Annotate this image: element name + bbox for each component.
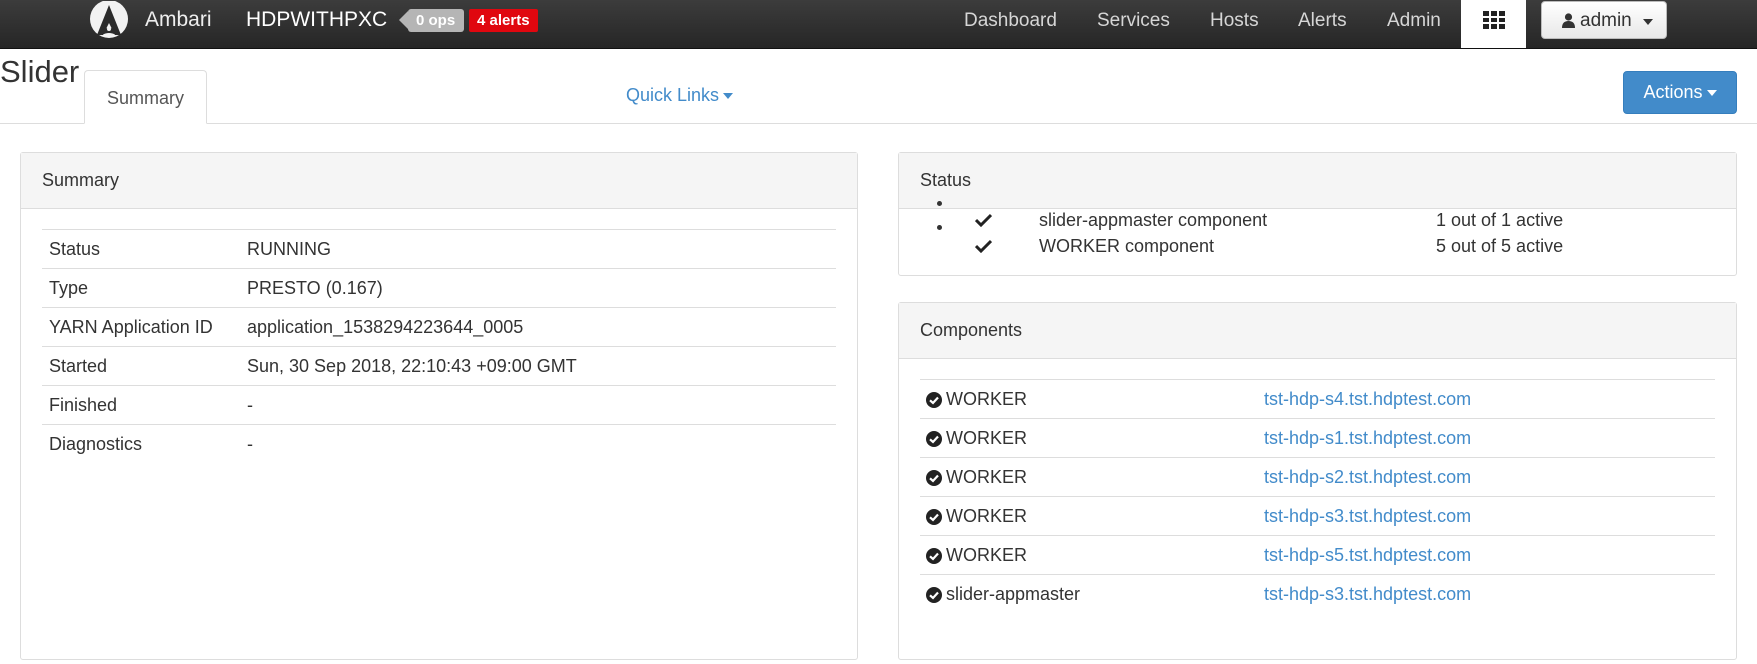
component-name: slider-appmaster bbox=[946, 583, 1081, 604]
quick-links-label: Quick Links bbox=[626, 85, 720, 105]
status-component-count: 5 out of 5 active bbox=[1436, 236, 1564, 256]
circle-check-icon bbox=[926, 469, 942, 486]
brand-name[interactable]: Ambari bbox=[145, 8, 212, 32]
summary-value: - bbox=[240, 385, 836, 425]
check-icon bbox=[975, 239, 992, 253]
component-name: WORKER bbox=[946, 388, 1027, 409]
table-row: Status RUNNING bbox=[42, 229, 836, 269]
summary-value: PRESTO (0.167) bbox=[240, 268, 836, 308]
chevron-down-icon bbox=[1706, 90, 1717, 97]
apps-menu-tab[interactable] bbox=[1461, 0, 1526, 48]
summary-table: Status RUNNING Type PRESTO (0.167) YARN … bbox=[42, 229, 836, 463]
nav-hosts[interactable]: Hosts bbox=[1210, 10, 1259, 32]
tab-summary[interactable]: Summary bbox=[84, 70, 207, 124]
summary-value: - bbox=[240, 424, 836, 463]
nav-alerts[interactable]: Alerts bbox=[1298, 10, 1347, 32]
circle-check-icon bbox=[926, 586, 942, 603]
quick-links-dropdown[interactable]: Quick Links bbox=[626, 85, 734, 106]
check-icon bbox=[975, 213, 992, 227]
component-name: WORKER bbox=[946, 466, 1027, 487]
component-name: WORKER bbox=[946, 505, 1027, 526]
bullet-icon bbox=[937, 225, 942, 230]
cluster-name[interactable]: HDPWITHPXC bbox=[246, 8, 387, 32]
component-host-link[interactable]: tst-hdp-s3.tst.hdptest.com bbox=[1264, 496, 1715, 536]
table-row: YARN Application ID application_15382942… bbox=[42, 307, 836, 347]
table-row: Diagnostics - bbox=[42, 424, 836, 463]
status-component-count: 1 out of 1 active bbox=[1436, 210, 1564, 230]
components-table: WORKER tst-hdp-s4.tst.hdptest.com WORKER… bbox=[920, 379, 1715, 613]
components-panel-heading: Components bbox=[899, 303, 1736, 359]
table-row: WORKER tst-hdp-s1.tst.hdptest.com bbox=[920, 418, 1715, 458]
summary-panel: Summary Status RUNNING Type PRESTO (0.16… bbox=[20, 152, 858, 660]
table-row: WORKER tst-hdp-s5.tst.hdptest.com bbox=[920, 535, 1715, 575]
actions-button[interactable]: Actions bbox=[1623, 71, 1737, 114]
bullet-icon bbox=[937, 201, 942, 206]
summary-key: Finished bbox=[42, 385, 240, 425]
circle-check-icon bbox=[926, 508, 942, 525]
chevron-down-icon bbox=[1643, 19, 1653, 25]
status-panel: Status slider-appmaster component 1 out … bbox=[898, 152, 1737, 276]
alerts-badge[interactable]: 4 alerts bbox=[469, 9, 538, 32]
component-name: WORKER bbox=[946, 544, 1027, 565]
summary-key: Type bbox=[42, 268, 240, 308]
table-row: WORKER tst-hdp-s4.tst.hdptest.com bbox=[920, 379, 1715, 419]
table-row: WORKER tst-hdp-s3.tst.hdptest.com bbox=[920, 496, 1715, 536]
summary-value: RUNNING bbox=[240, 229, 836, 269]
summary-key: Diagnostics bbox=[42, 424, 240, 463]
summary-value: application_1538294223644_0005 bbox=[240, 307, 836, 347]
summary-key: Started bbox=[42, 346, 240, 386]
user-menu-button[interactable]: admin bbox=[1541, 1, 1667, 39]
nav-dashboard[interactable]: Dashboard bbox=[964, 10, 1057, 32]
circle-check-icon bbox=[926, 547, 942, 564]
nav-services[interactable]: Services bbox=[1097, 10, 1170, 32]
component-host-link[interactable]: tst-hdp-s3.tst.hdptest.com bbox=[1264, 574, 1715, 613]
circle-check-icon bbox=[926, 391, 942, 408]
status-component-name: WORKER component bbox=[1039, 236, 1215, 256]
ambari-logo-icon[interactable] bbox=[88, 1, 130, 41]
nav-admin[interactable]: Admin bbox=[1387, 10, 1441, 32]
table-row: slider-appmaster tst-hdp-s3.tst.hdptest.… bbox=[920, 574, 1715, 613]
components-panel: Components WORKER tst-hdp-s4.tst.hdptest… bbox=[898, 302, 1737, 660]
page-title: Slider bbox=[0, 54, 80, 89]
summary-key: Status bbox=[42, 229, 240, 269]
circle-check-icon bbox=[926, 430, 942, 447]
table-row: Started Sun, 30 Sep 2018, 22:10:43 +09:0… bbox=[42, 346, 836, 386]
top-navbar: Ambari HDPWITHPXC 0 ops 4 alerts Dashboa… bbox=[0, 0, 1757, 49]
grid-apps-icon bbox=[1483, 11, 1505, 29]
component-host-link[interactable]: tst-hdp-s1.tst.hdptest.com bbox=[1264, 418, 1715, 458]
user-icon bbox=[1562, 13, 1575, 28]
tabs-divider bbox=[0, 123, 1757, 124]
status-component-name: slider-appmaster component bbox=[1039, 210, 1268, 230]
table-row: Finished - bbox=[42, 385, 836, 425]
summary-value: Sun, 30 Sep 2018, 22:10:43 +09:00 GMT bbox=[240, 346, 836, 386]
summary-key: YARN Application ID bbox=[42, 307, 240, 347]
actions-label: Actions bbox=[1643, 82, 1703, 102]
table-row: WORKER tst-hdp-s2.tst.hdptest.com bbox=[920, 457, 1715, 497]
component-host-link[interactable]: tst-hdp-s4.tst.hdptest.com bbox=[1264, 379, 1715, 419]
user-name: admin bbox=[1580, 10, 1632, 31]
table-row: Type PRESTO (0.167) bbox=[42, 268, 836, 308]
summary-panel-heading: Summary bbox=[21, 153, 857, 209]
ops-badge[interactable]: 0 ops bbox=[398, 9, 465, 32]
status-panel-heading: Status bbox=[899, 153, 1736, 209]
chevron-down-icon bbox=[723, 93, 734, 100]
component-host-link[interactable]: tst-hdp-s2.tst.hdptest.com bbox=[1264, 457, 1715, 497]
component-name: WORKER bbox=[946, 427, 1027, 448]
component-host-link[interactable]: tst-hdp-s5.tst.hdptest.com bbox=[1264, 535, 1715, 575]
